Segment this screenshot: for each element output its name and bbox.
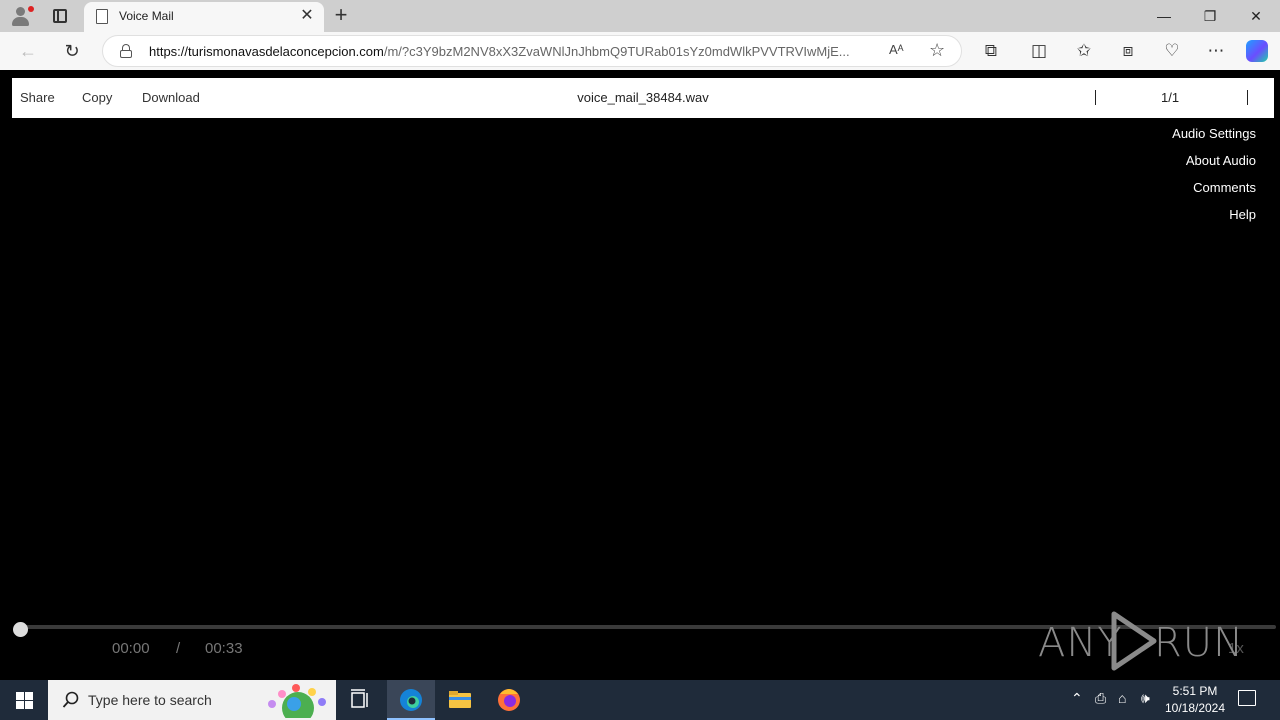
clock-date: 10/18/2024 <box>1164 701 1226 715</box>
task-view-icon[interactable] <box>336 680 384 720</box>
lock-icon[interactable] <box>120 44 132 58</box>
viewer-toolbar: Share Copy Download voice_mail_38484.wav… <box>12 78 1274 118</box>
file-explorer-icon[interactable] <box>436 680 484 720</box>
duration: 00:33 <box>205 640 243 657</box>
minimize-button[interactable]: — <box>1141 0 1187 32</box>
show-hidden-icons-icon[interactable]: ⌃ <box>1071 690 1083 707</box>
browser-toolbar: ← ↻ https://turismonavasdelaconcepcion.c… <box>0 32 1280 70</box>
browser-tabstrip: Voice Mail ✕ + — ❐ ✕ <box>0 0 1280 32</box>
read-aloud-icon[interactable]: Aᴬ <box>889 42 904 57</box>
extensions-icon[interactable]: ⧉ <box>979 39 1003 63</box>
page-indicator: 1/1 <box>1161 90 1180 105</box>
search-icon <box>62 691 79 708</box>
firefox-icon[interactable] <box>485 680 533 720</box>
settings-more-icon[interactable]: ⋯ <box>1204 39 1228 63</box>
browser-essentials-icon[interactable]: ♡ <box>1160 39 1184 63</box>
current-time: 00:00 <box>112 640 150 657</box>
new-tab-button[interactable]: + <box>330 3 352 27</box>
favorite-star-icon[interactable]: ☆ <box>929 40 945 61</box>
search-placeholder: Type here to search <box>88 692 212 708</box>
favorites-icon[interactable]: ✩ <box>1072 39 1096 63</box>
network-icon[interactable]: ⌂ <box>1118 690 1126 706</box>
notifications-icon[interactable] <box>1238 690 1256 706</box>
side-menu: Audio Settings About Audio Comments Help <box>1172 125 1256 233</box>
tab-actions-icon[interactable] <box>48 6 72 26</box>
clock-time: 5:51 PM <box>1172 684 1218 698</box>
page-icon <box>96 9 108 24</box>
tab-title: Voice Mail <box>119 9 174 23</box>
progress-handle[interactable] <box>13 622 28 637</box>
taskbar: Type here to search ⌃ ⎙ ⌂ 🕪 5:51 PM 10/1… <box>0 680 1280 720</box>
close-tab-icon[interactable]: ✕ <box>300 7 314 25</box>
device-icon[interactable]: ⎙ <box>1095 690 1106 707</box>
menu-comments[interactable]: Comments <box>1172 179 1256 206</box>
anyrun-watermark: ANY RUN <box>1038 608 1243 672</box>
close-window-button[interactable]: ✕ <box>1233 0 1279 32</box>
voice-mail-viewer: Share Copy Download voice_mail_38484.wav… <box>4 70 1276 676</box>
menu-help[interactable]: Help <box>1172 206 1256 233</box>
file-name: voice_mail_38484.wav <box>577 90 709 105</box>
collections-icon[interactable]: ⧈ <box>1116 39 1140 63</box>
profile-icon[interactable] <box>8 4 34 28</box>
divider <box>1247 90 1248 105</box>
tab-voice-mail[interactable]: Voice Mail ✕ <box>84 2 324 32</box>
edge-taskbar-icon[interactable] <box>387 680 435 720</box>
windows-start-icon[interactable] <box>0 680 48 720</box>
refresh-icon[interactable]: ↻ <box>58 37 86 65</box>
address-bar[interactable]: https://turismonavasdelaconcepcion.com/m… <box>102 35 962 67</box>
menu-about-audio[interactable]: About Audio <box>1172 152 1256 179</box>
menu-audio-settings[interactable]: Audio Settings <box>1172 125 1256 152</box>
copilot-icon[interactable] <box>1246 40 1268 62</box>
time-separator: / <box>176 640 181 657</box>
back-icon[interactable]: ← <box>14 37 42 65</box>
search-highlight-icon <box>268 684 326 718</box>
play-logo-icon <box>1111 611 1157 671</box>
restore-button[interactable]: ❐ <box>1187 0 1233 32</box>
url-text[interactable]: https://turismonavasdelaconcepcion.com/m… <box>149 44 884 59</box>
split-screen-icon[interactable]: ◫ <box>1027 39 1051 63</box>
taskbar-search[interactable]: Type here to search <box>48 680 336 720</box>
volume-icon[interactable]: 🕪 <box>1141 690 1150 707</box>
taskbar-clock[interactable]: 5:51 PM 10/18/2024 <box>1160 683 1230 717</box>
divider <box>1095 90 1096 105</box>
